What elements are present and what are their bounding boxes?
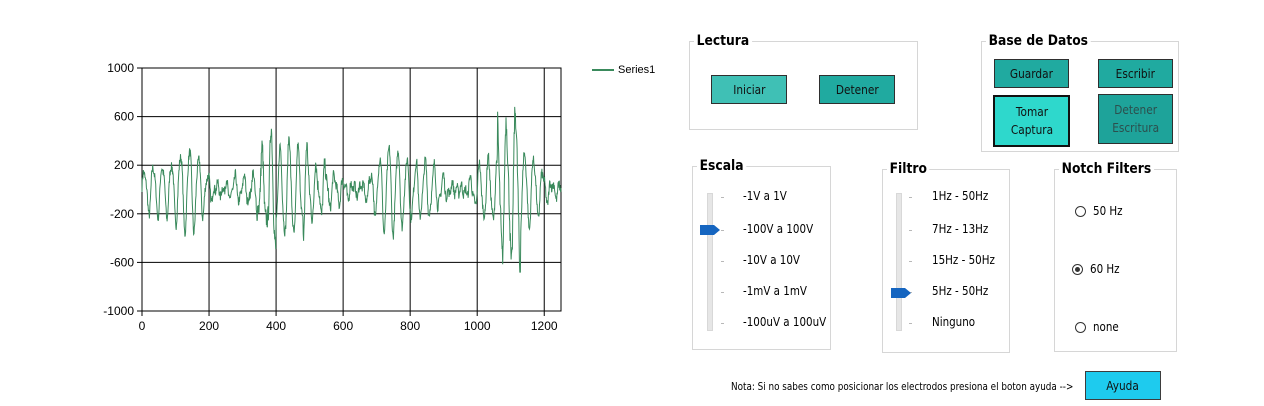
notch-50hz-label: 50 Hz (1093, 204, 1123, 218)
y-tick-label: -600 (110, 255, 134, 269)
y-tick-label: -1000 (103, 304, 134, 318)
x-tick-label: 0 (139, 319, 146, 333)
escala-option-3: -10V a 10V (743, 253, 801, 267)
help-note: Nota: Si no sabes como posicionar los el… (731, 381, 1074, 393)
stop-write-line2: Escritura (1112, 121, 1159, 135)
chart-plot: 0 200 400 600 800 1000 1200 1000 600 200 -200 -600 -… (103, 61, 562, 333)
x-tick-label: 600 (333, 319, 353, 333)
escala-option-2: -100V a 100V (743, 222, 814, 236)
radio-circle-icon (1075, 321, 1086, 333)
filtro-slider-track[interactable] (896, 193, 902, 331)
x-tick-label: 800 (400, 319, 420, 333)
capture-button[interactable]: Tomar Captura (993, 95, 1070, 147)
radio-checked-icon (1072, 263, 1083, 275)
escala-option-4: -1mV a 1mV (743, 284, 807, 298)
write-button[interactable]: Escribir (1098, 59, 1173, 88)
notch-title: Notch Filters (1059, 161, 1154, 177)
legend-swatch (592, 69, 614, 71)
y-tick-label: 200 (114, 158, 134, 172)
notch-none-label: none (1093, 320, 1119, 334)
capture-label-line2: Captura (1010, 123, 1053, 137)
start-button[interactable]: Iniciar (711, 75, 787, 104)
y-tick-label: -200 (110, 207, 134, 221)
database-title: Base de Datos (986, 33, 1091, 49)
signal-chart: 0 200 400 600 800 1000 1200 1000 600 200 -200 -600 -… (0, 0, 680, 406)
notch-50hz-radio[interactable]: 50 Hz (1075, 204, 1127, 218)
notch-group: Notch Filters 50 Hz 60 Hz none (1054, 161, 1177, 352)
notch-60hz-label: 60 Hz (1090, 262, 1120, 276)
filtro-option-4: 5Hz - 50Hz (932, 284, 989, 298)
filtro-option-3: 15Hz - 50Hz (932, 253, 995, 267)
escala-slider-thumb[interactable] (699, 224, 721, 236)
x-tick-label: 200 (199, 319, 219, 333)
y-tick-label: 1000 (107, 61, 134, 75)
filtro-title: Filtro (887, 161, 930, 177)
x-tick-label: 1000 (464, 319, 491, 333)
save-button[interactable]: Guardar (994, 59, 1069, 88)
notch-60hz-radio[interactable]: 60 Hz (1072, 262, 1124, 276)
escala-title: Escala (697, 158, 747, 174)
x-tick-label: 1200 (531, 319, 558, 333)
escala-slider-track[interactable] (707, 193, 713, 331)
chart-legend: Series1 (592, 64, 655, 76)
x-tick-label: 400 (266, 319, 286, 333)
series-line (141, 106, 562, 273)
filtro-option-5: Ninguno (932, 315, 976, 329)
filtro-group: Filtro 1Hz - 50Hz 7Hz - 13Hz 15Hz - 50Hz… (882, 161, 1010, 353)
database-group: Base de Datos Guardar Escribir Tomar Capt… (981, 33, 1179, 152)
lectura-group: Lectura Iniciar Detener (689, 33, 918, 130)
radio-circle-icon (1075, 205, 1086, 217)
escala-option-5: -100uV a 100uV (743, 315, 827, 329)
stop-write-line1: Detener (1114, 103, 1157, 117)
escala-group: Escala -1V a 1V -100V a 100V -10V a 10V … (692, 158, 831, 350)
help-button[interactable]: Ayuda (1085, 371, 1161, 400)
capture-label-line1: Tomar (1015, 105, 1048, 119)
filtro-slider-thumb[interactable] (890, 287, 912, 299)
legend-label: Series1 (618, 64, 656, 76)
filtro-option-1: 1Hz - 50Hz (932, 189, 989, 203)
filtro-option-2: 7Hz - 13Hz (932, 222, 989, 236)
notch-none-radio[interactable]: none (1075, 320, 1123, 334)
stop-write-button[interactable]: Detener Escritura (1098, 94, 1173, 144)
stop-button[interactable]: Detener (819, 75, 895, 104)
y-tick-label: 600 (114, 110, 134, 124)
lectura-title: Lectura (694, 33, 752, 49)
escala-option-1: -1V a 1V (743, 189, 787, 203)
